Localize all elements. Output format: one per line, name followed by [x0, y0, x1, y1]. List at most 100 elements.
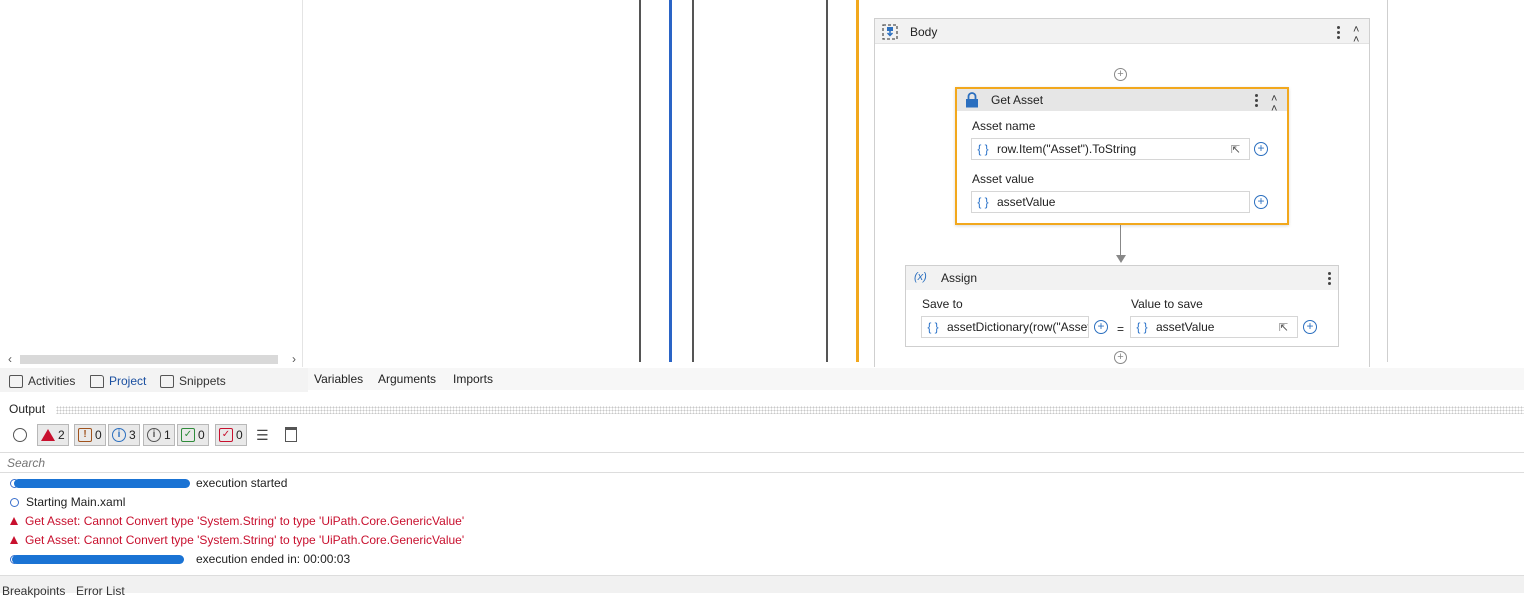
assign-equals: = [1117, 322, 1125, 336]
error-icon [41, 429, 55, 441]
warnings-count: 0 [95, 428, 102, 442]
value-to-save-value: assetValue [1156, 320, 1215, 334]
tab-project-label: Project [109, 374, 147, 388]
get-asset-title: Get Asset [991, 93, 1044, 107]
asset-value-plus-icon[interactable]: + [1254, 195, 1268, 209]
error-icon [10, 536, 18, 544]
filter-warnings-button[interactable]: ! 0 [74, 424, 106, 446]
insert-activity-icon[interactable]: + [1114, 351, 1127, 364]
errors-count: 2 [58, 428, 65, 442]
output-title: Output [9, 402, 46, 416]
filter-trace-button[interactable]: i 1 [143, 424, 175, 446]
log-text: Get Asset: Cannot Convert type 'System.S… [25, 533, 465, 547]
save-to-label: Save to [922, 297, 963, 311]
filter-errors-button[interactable]: 2 [37, 424, 69, 446]
panel-grip[interactable] [56, 406, 1524, 414]
output-search[interactable] [0, 452, 1524, 473]
tab-imports[interactable]: Imports [453, 372, 493, 386]
asset-name-label: Asset name [972, 119, 1036, 133]
redaction-mark [12, 555, 184, 564]
body-collapse-icon[interactable]: ˄ ˄ [1353, 25, 1359, 46]
tab-variables[interactable]: Variables [314, 372, 363, 386]
error-icon [10, 517, 18, 525]
tab-error-list[interactable]: Error List [76, 584, 125, 598]
log-line-error[interactable]: Get Asset: Cannot Convert type 'System.S… [10, 512, 464, 530]
tab-snippets-label: Snippets [179, 374, 226, 388]
bottom-tabs: Breakpoints Error List [0, 575, 1524, 598]
selection-line-orange [856, 0, 859, 362]
scroll-right-icon[interactable]: › [288, 352, 300, 366]
expression-icon: { } [977, 142, 989, 156]
body-menu-icon[interactable] [1336, 25, 1340, 39]
redaction-mark [14, 479, 190, 488]
container-border-line [692, 0, 694, 362]
project-panel [0, 0, 303, 367]
get-asset-collapse-icon[interactable]: ˄ ˄ [1271, 94, 1277, 115]
designer-tabs: Variables Arguments Imports [308, 368, 1524, 390]
clock-icon[interactable] [13, 428, 27, 442]
left-panel-tabs: Activities Project Snippets [0, 368, 308, 392]
body-title: Body [910, 25, 938, 39]
body-header[interactable]: Body ˄ ˄ [875, 19, 1369, 46]
trash-icon[interactable] [285, 427, 297, 442]
assign-title: Assign [941, 271, 978, 285]
scroll-left-icon[interactable]: ‹ [4, 352, 16, 366]
asset-value-label: Asset value [972, 172, 1035, 186]
filter-info-button[interactable]: i 3 [108, 424, 140, 446]
folder-icon [90, 374, 104, 388]
asset-name-value: row.Item("Asset").ToString [997, 142, 1137, 156]
asset-name-plus-icon[interactable]: + [1254, 142, 1268, 156]
get-asset-header[interactable]: Get Asset ˄ ˄ [957, 89, 1287, 115]
assign-header[interactable]: (x) Assign [906, 266, 1338, 290]
trace-icon: i [147, 428, 161, 442]
lock-icon [966, 92, 978, 108]
container-border-line [639, 0, 641, 362]
tab-activities-label: Activities [28, 374, 76, 388]
tab-project[interactable]: Project [90, 371, 146, 391]
log-line[interactable]: Starting Main.xaml [10, 493, 125, 511]
tab-snippets[interactable]: Snippets [160, 371, 226, 391]
value-to-save-field[interactable]: { } assetValue ⇱ [1130, 316, 1298, 338]
save-to-field[interactable]: { } assetDictionary(row("Asset [921, 316, 1089, 338]
assign-icon: (x) [914, 271, 927, 283]
assign-menu-icon[interactable] [1327, 271, 1331, 285]
log-line-error[interactable]: Get Asset: Cannot Convert type 'System.S… [10, 531, 464, 549]
get-asset-menu-icon[interactable] [1254, 93, 1258, 107]
info-count: 3 [129, 428, 136, 442]
expression-icon: { } [927, 320, 939, 334]
verbose-count: 0 [236, 428, 243, 442]
scrollbar-thumb[interactable] [20, 355, 278, 364]
warning-icon: ! [78, 428, 92, 442]
success-count: 0 [198, 428, 205, 442]
tab-activities[interactable]: Activities [9, 371, 75, 391]
asset-name-field[interactable]: { } row.Item("Asset").ToString ⇱ [971, 138, 1250, 160]
insert-activity-icon[interactable]: + [1114, 68, 1127, 81]
search-input[interactable] [0, 453, 1524, 472]
container-border-line [1387, 0, 1388, 362]
activities-icon [9, 374, 23, 388]
filter-verbose-button[interactable]: ✓ 0 [215, 424, 247, 446]
output-title-bar: Output [0, 398, 1524, 420]
success-check-icon: ✓ [181, 428, 195, 442]
log-text: Get Asset: Cannot Convert type 'System.S… [25, 514, 465, 528]
snippets-icon [160, 374, 174, 388]
value-to-save-label: Value to save [1131, 297, 1203, 311]
info-icon: i [112, 428, 126, 442]
container-border-line [826, 0, 828, 362]
expand-icon[interactable]: ⇱ [1231, 143, 1249, 156]
log-text: Starting Main.xaml [26, 495, 126, 509]
sequence-icon [882, 24, 898, 40]
expression-icon: { } [977, 195, 989, 209]
list-options-icon[interactable]: ☰ [256, 427, 269, 444]
verbose-check-icon: ✓ [219, 428, 233, 442]
save-to-value: assetDictionary(row("Asset [947, 320, 1088, 334]
value-to-save-plus-icon[interactable]: + [1303, 320, 1317, 334]
filter-success-button[interactable]: ✓ 0 [177, 424, 209, 446]
selection-line [669, 0, 672, 362]
save-to-plus-icon[interactable]: + [1094, 320, 1108, 334]
horizontal-scrollbar[interactable]: ‹ › [4, 352, 300, 366]
tab-breakpoints[interactable]: Breakpoints [2, 584, 65, 598]
asset-value-field[interactable]: { } assetValue [971, 191, 1250, 213]
tab-arguments[interactable]: Arguments [378, 372, 436, 386]
expand-icon[interactable]: ⇱ [1279, 321, 1297, 334]
